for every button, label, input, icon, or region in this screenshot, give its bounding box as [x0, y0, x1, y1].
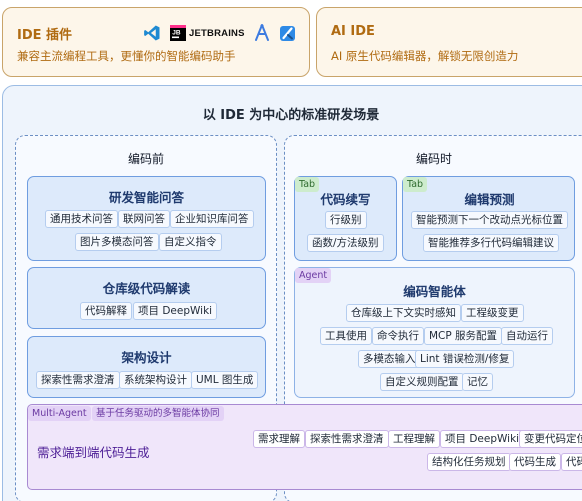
chip-kb-qa[interactable]: 企业知识库问答	[170, 210, 254, 228]
ide-plugins-card[interactable]: IDE 插件 兼容主流编程工具，更懂你的智能编码助手 JB JETBRAINS	[2, 7, 310, 77]
chip-custom-instruction[interactable]: 自定义指令	[159, 233, 222, 251]
vscode-icon	[144, 25, 160, 41]
agent-tag: Agent	[295, 268, 332, 283]
agent-title: 编码智能体	[403, 284, 466, 299]
svg-text:JB: JB	[172, 30, 181, 37]
qa-box[interactable]: 研发智能问答 通用技术问答 联网问答 企业知识库问答 图片多模态问答 自定义指令	[27, 176, 266, 261]
ide-plugins-title: IDE 插件	[17, 28, 73, 43]
chip-project-change[interactable]: 工程级变更	[461, 304, 524, 322]
agent-box[interactable]: 编码智能体 仓库级上下文实时感知 工程级变更 工具使用 命令执行 MCP 服务配…	[294, 267, 575, 398]
chip-multiline-suggest[interactable]: 智能推荐多行代码编辑建议	[423, 234, 559, 252]
jetbrains-label: JETBRAINS	[189, 27, 245, 39]
multi-agent-tag: Multi-Agent	[28, 406, 91, 421]
chip-req-clarify[interactable]: 探索性需求澄清	[36, 371, 120, 389]
jetbrains-logo: JB JETBRAINS	[170, 25, 245, 41]
chip-web-qa[interactable]: 联网问答	[118, 210, 170, 228]
before-coding-title: 编码前	[127, 152, 164, 166]
completion-tab-tag: Tab	[295, 177, 320, 192]
prediction-tab-tag: Tab	[403, 177, 428, 192]
arch-title: 架构设计	[121, 350, 172, 365]
repo-box[interactable]: 仓库级代码解读 代码解释 项目 DeepWiki	[27, 267, 266, 329]
chip-mcp-config[interactable]: MCP 服务配置	[424, 327, 503, 345]
ai-ide-card[interactable]: AI IDE AI 原生代码编辑器，解锁无限创造力	[316, 7, 582, 77]
chip-tool-use[interactable]: 工具使用	[320, 327, 372, 345]
chip-deepwiki[interactable]: 项目 DeepWiki	[133, 302, 218, 320]
chip-req-understand[interactable]: 需求理解	[253, 430, 305, 448]
chip-change-locate[interactable]: 变更代码定位	[519, 430, 582, 448]
chip-command-exec[interactable]: 命令执行	[372, 327, 424, 345]
multi-agent-desc-tag: 基于任务驱动的多智能体协同	[92, 406, 224, 421]
chip-code-gen[interactable]: 代码生成	[509, 453, 561, 471]
multi-agent-title: 需求端到端代码生成	[37, 445, 150, 460]
ai-ide-title: AI IDE	[331, 24, 375, 39]
chip-general-qa[interactable]: 通用技术问答	[45, 210, 118, 228]
during-coding-title: 编码时	[415, 152, 452, 166]
repo-title: 仓库级代码解读	[102, 281, 191, 296]
chip-code-more[interactable]: 代码	[561, 453, 582, 471]
chip-predict-cursor[interactable]: 智能预测下一个改动点光标位置	[411, 211, 568, 229]
prediction-title: 编辑预测	[464, 192, 515, 207]
jetbrains-icon: JB	[170, 25, 186, 41]
qa-title: 研发智能问答	[108, 190, 184, 205]
chip-lint-fix[interactable]: Lint 错误检测/修复	[415, 350, 515, 368]
chip-code-explain[interactable]: 代码解释	[80, 302, 132, 320]
chip-line-level[interactable]: 行级别	[325, 211, 367, 229]
xcode-icon	[279, 25, 295, 41]
arch-box[interactable]: 架构设计 探索性需求澄清 系统架构设计 UML 图生成	[27, 336, 266, 398]
chip-uml[interactable]: UML 图生成	[191, 371, 259, 389]
chip-system-arch[interactable]: 系统架构设计	[119, 371, 192, 389]
chip-multimodal-qa[interactable]: 图片多模态问答	[75, 233, 159, 251]
chip-repo-context[interactable]: 仓库级上下文实时感知	[346, 304, 461, 322]
chip-function-level[interactable]: 函数/方法级别	[307, 234, 384, 252]
ide-plugins-subtitle: 兼容主流编程工具，更懂你的智能编码助手	[17, 49, 236, 63]
chip-ma-deepwiki[interactable]: 项目 DeepWiki	[440, 430, 525, 448]
ide-icon-row: JB JETBRAINS	[143, 22, 296, 44]
android-studio-icon	[254, 24, 269, 41]
chip-auto-run[interactable]: 自动运行	[501, 327, 553, 345]
ai-ide-subtitle: AI 原生代码编辑器，解锁无限创造力	[331, 49, 519, 63]
main-title: 以 IDE 为中心的标准研发场景	[202, 108, 380, 123]
chip-task-plan[interactable]: 结构化任务规划	[427, 453, 511, 471]
chip-custom-rules[interactable]: 自定义规则配置	[380, 373, 464, 391]
chip-project-understand[interactable]: 工程理解	[388, 430, 440, 448]
prediction-box[interactable]: 编辑预测 智能预测下一个改动点光标位置 智能推荐多行代码编辑建议	[402, 176, 575, 261]
chip-explore-clarify[interactable]: 探索性需求澄清	[305, 430, 389, 448]
chip-multimodal-input[interactable]: 多模态输入	[358, 350, 421, 368]
chip-memory[interactable]: 记忆	[462, 373, 493, 391]
